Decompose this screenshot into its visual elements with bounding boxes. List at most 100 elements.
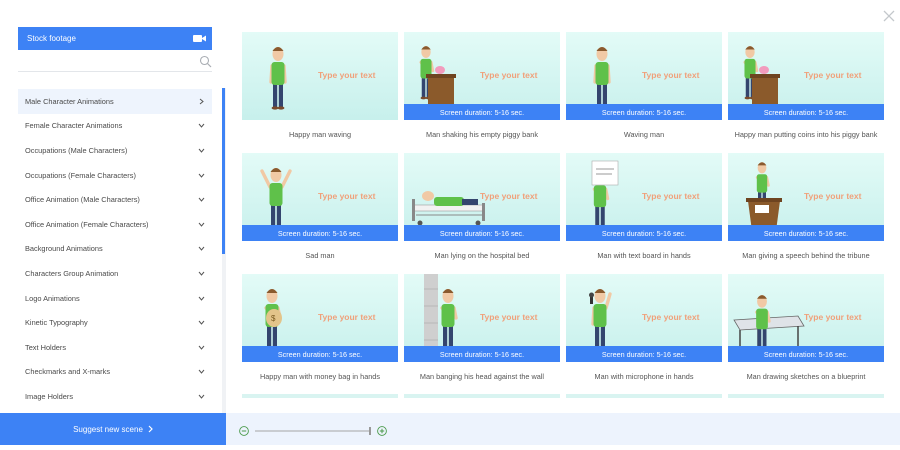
scene-thumbnail[interactable]: Type your text Screen duration: 5-16 sec. <box>728 153 884 241</box>
scene-caption: Happy man with money bag in hands <box>259 372 381 381</box>
scene-card[interactable]: Type your text Happy man waving <box>242 32 398 139</box>
search-input[interactable] <box>18 53 194 72</box>
category-label: Occupations (Male Characters) <box>25 145 128 155</box>
scene-caption: Man banging his head against the wall <box>419 372 545 381</box>
scene-thumbnail[interactable]: Type your text Screen duration: 5-16 sec. <box>404 274 560 362</box>
placeholder-text: Type your text <box>480 191 538 201</box>
chevron-down-icon <box>198 320 205 325</box>
search-icon[interactable] <box>199 55 212 68</box>
sidebar-category-item[interactable]: Background Animations <box>18 237 212 262</box>
scene-thumbnail[interactable]: Type your text Screen duration: 5-16 sec. <box>566 32 722 120</box>
scene-card[interactable]: Type your text Screen duration: 5-16 sec.… <box>566 153 722 260</box>
category-label: Image Holders <box>25 391 74 401</box>
zoom-slider-handle[interactable] <box>369 427 371 435</box>
chevron-down-icon <box>198 124 205 129</box>
zoom-bar <box>226 413 900 445</box>
scene-card[interactable]: Type your text Screen duration: 5-16 sec.… <box>728 274 884 381</box>
scene-card[interactable]: Type your text Screen duration: 5-16 sec.… <box>728 32 884 139</box>
chevron-down-icon <box>198 173 205 178</box>
chevron-down-icon <box>198 345 205 350</box>
screen-duration-bar: Screen duration: 5-16 sec. <box>728 346 884 362</box>
scene-thumbnail[interactable]: Type your text <box>242 32 398 120</box>
chevron-down-icon <box>198 148 205 153</box>
scene-card[interactable]: Type your text Screen duration: 5-16 sec.… <box>404 153 560 260</box>
scene-thumbnail-partial[interactable] <box>566 394 722 398</box>
scene-card[interactable]: Type your text Screen duration: 5-16 sec.… <box>404 32 560 139</box>
scene-thumbnail-partial[interactable] <box>728 394 884 398</box>
category-label: Office Animation (Male Characters) <box>25 195 140 205</box>
chevron-down-icon <box>198 197 205 202</box>
scene-thumbnail-partial[interactable] <box>242 394 398 398</box>
scene-thumbnail[interactable]: Type your text Screen duration: 5-16 sec. <box>404 153 560 241</box>
sidebar-category-item[interactable]: Kinetic Typography <box>18 310 212 335</box>
placeholder-text: Type your text <box>318 312 376 322</box>
category-list: Male Character Animations Female Characte… <box>18 89 212 409</box>
category-label: Checkmarks and X-marks <box>25 367 111 377</box>
zoom-out-icon[interactable] <box>239 426 249 436</box>
sidebar-category-item[interactable]: Characters Group Animation <box>18 261 212 286</box>
scene-card[interactable]: Type your text Screen duration: 5-16 sec.… <box>728 153 884 260</box>
category-label: Text Holders <box>25 342 67 352</box>
chevron-right-icon <box>199 98 204 105</box>
chevron-down-icon <box>198 222 205 227</box>
sidebar-category-item[interactable]: Office Animation (Female Characters) <box>18 212 212 237</box>
suggest-label: Suggest new scene <box>73 424 143 434</box>
screen-duration-bar: Screen duration: 5-16 sec. <box>566 225 722 241</box>
category-label: Characters Group Animation <box>25 268 119 278</box>
scene-card[interactable]: Type your text Screen duration: 5-16 sec.… <box>566 32 722 139</box>
category-label: Kinetic Typography <box>25 318 88 328</box>
sidebar-category-item[interactable]: Text Holders <box>18 335 212 360</box>
scene-caption: Man lying on the hospital bed <box>434 251 530 260</box>
placeholder-text: Type your text <box>480 70 538 80</box>
sidebar-category-item[interactable]: Female Character Animations <box>18 114 212 139</box>
sidebar-category-item[interactable]: Male Character Animations <box>18 89 212 114</box>
category-label: Male Character Animations <box>25 96 114 106</box>
scene-thumbnail[interactable]: Type your text Screen duration: 5-16 sec. <box>728 274 884 362</box>
placeholder-text: Type your text <box>804 70 862 80</box>
placeholder-text: Type your text <box>642 191 700 201</box>
search-box <box>18 52 212 72</box>
zoom-in-icon[interactable] <box>377 426 387 436</box>
scene-card[interactable]: $ Type your text Screen duration: 5-16 sec… <box>242 274 398 381</box>
category-label: Background Animations <box>25 244 103 254</box>
placeholder-text: Type your text <box>480 312 538 322</box>
placeholder-text: Type your text <box>804 312 862 322</box>
placeholder-text: Type your text <box>318 70 376 80</box>
screen-duration-bar: Screen duration: 5-16 sec. <box>242 225 398 241</box>
video-camera-icon <box>193 35 206 42</box>
sidebar-category-item[interactable]: Logo Animations <box>18 286 212 311</box>
scene-thumbnail[interactable]: Type your text Screen duration: 5-16 sec. <box>404 32 560 120</box>
chevron-right-icon <box>148 425 153 433</box>
stock-footage-button[interactable]: Stock footage <box>18 27 212 50</box>
screen-duration-bar: Screen duration: 5-16 sec. <box>404 104 560 120</box>
close-icon[interactable] <box>883 10 895 22</box>
scene-thumbnail[interactable]: Type your text Screen duration: 5-16 sec. <box>242 153 398 241</box>
sidebar-category-item[interactable]: Checkmarks and X-marks <box>18 360 212 385</box>
placeholder-text: Type your text <box>642 70 700 80</box>
sidebar-category-item[interactable]: Image Holders <box>18 384 212 409</box>
scene-thumbnail[interactable]: Type your text Screen duration: 5-16 sec. <box>566 153 722 241</box>
sidebar-category-item[interactable]: Office Animation (Male Characters) <box>18 187 212 212</box>
sidebar-category-item[interactable]: Occupations (Female Characters) <box>18 163 212 188</box>
scene-caption: Man drawing sketches on a blueprint <box>746 372 866 381</box>
svg-text:$: $ <box>271 314 276 323</box>
scene-caption: Sad man <box>305 251 335 260</box>
zoom-slider[interactable] <box>255 427 371 435</box>
screen-duration-bar: Screen duration: 5-16 sec. <box>404 346 560 362</box>
scrollbar-thumb[interactable] <box>222 88 225 255</box>
placeholder-text: Type your text <box>318 191 376 201</box>
sidebar-category-item[interactable]: Occupations (Male Characters) <box>18 138 212 163</box>
scene-card[interactable]: Type your text Screen duration: 5-16 sec.… <box>242 153 398 260</box>
scene-card[interactable]: Type your text Screen duration: 5-16 sec.… <box>404 274 560 381</box>
suggest-new-scene-button[interactable]: Suggest new scene <box>0 413 226 445</box>
placeholder-text: Type your text <box>642 312 700 322</box>
scene-thumbnail[interactable]: Type your text Screen duration: 5-16 sec. <box>728 32 884 120</box>
scene-caption: Happy man putting coins into his piggy b… <box>734 130 878 139</box>
scene-thumbnail[interactable]: Type your text Screen duration: 5-16 sec. <box>566 274 722 362</box>
scene-thumbnail[interactable]: $ Type your text Screen duration: 5-16 sec… <box>242 274 398 362</box>
scene-caption: Man with text board in hands <box>597 251 691 260</box>
screen-duration-bar: Screen duration: 5-16 sec. <box>242 346 398 362</box>
category-label: Logo Animations <box>25 293 80 303</box>
scene-thumbnail-partial[interactable] <box>404 394 560 398</box>
scene-card[interactable]: Type your text Screen duration: 5-16 sec.… <box>566 274 722 381</box>
